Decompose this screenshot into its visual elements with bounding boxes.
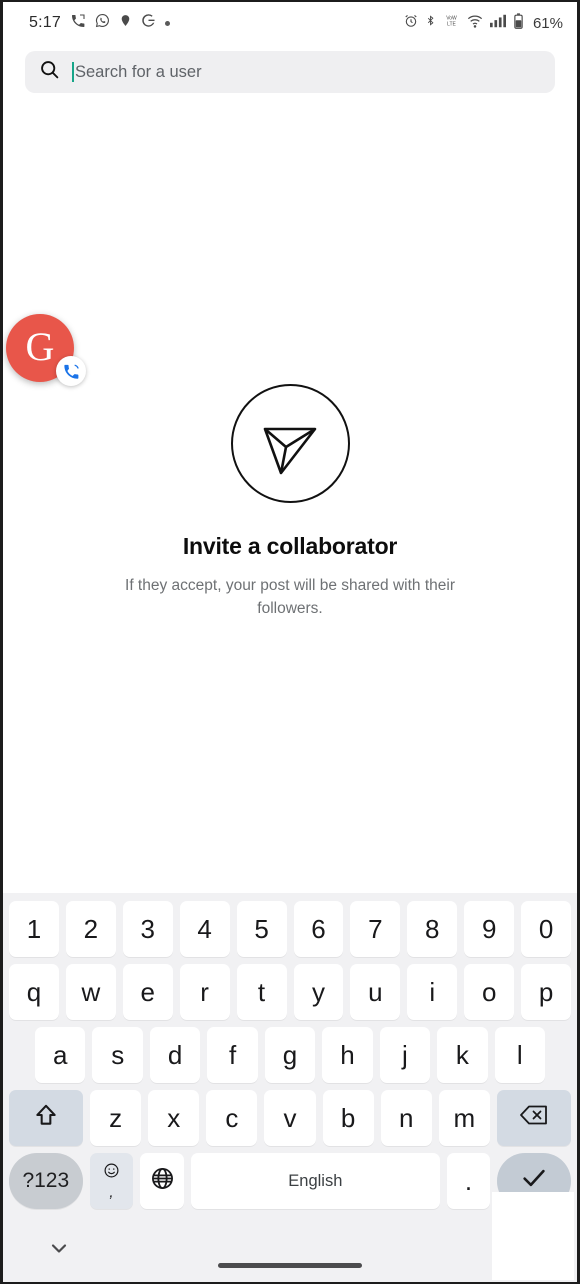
text-caret (72, 62, 74, 82)
send-paper-plane-icon (230, 384, 350, 503)
cellular-signal-icon (489, 14, 506, 33)
whatsapp-icon (95, 13, 110, 33)
key-p[interactable]: p (521, 964, 572, 1020)
search-section: Search for a user (3, 44, 577, 93)
key-i[interactable]: i (407, 964, 458, 1020)
google-g-icon (141, 13, 156, 33)
search-bar[interactable]: Search for a user (25, 51, 555, 93)
emoji-smiley-icon (103, 1162, 120, 1182)
status-bar-right: VoW LTE 61% (404, 12, 563, 34)
key-9[interactable]: 9 (464, 901, 515, 957)
battery-percentage: 61% (532, 14, 563, 32)
key-w[interactable]: w (65, 964, 116, 1020)
key-o[interactable]: o (464, 964, 515, 1020)
status-bar-clock: 5:17 (29, 14, 61, 31)
key-e[interactable]: e (122, 964, 173, 1020)
key-b[interactable]: b (322, 1090, 374, 1146)
location-pin-icon (119, 13, 132, 33)
key-1[interactable]: 1 (8, 901, 59, 957)
key-h[interactable]: h (322, 1027, 373, 1083)
bubble-avatar-letter: G (25, 324, 55, 369)
chevron-down-icon[interactable] (47, 1236, 71, 1265)
key-q[interactable]: q (8, 964, 59, 1020)
key-l[interactable]: l (494, 1027, 545, 1083)
key-4[interactable]: 4 (179, 901, 230, 957)
status-bar: 5:17 VoW LTE 61% (3, 2, 577, 44)
period-key[interactable]: . (446, 1153, 491, 1209)
wifi-icon (467, 14, 483, 33)
emoji-key[interactable]: , (89, 1153, 134, 1209)
key-z[interactable]: z (90, 1090, 142, 1146)
key-0[interactable]: 0 (521, 901, 572, 957)
home-gesture-pill[interactable] (218, 1263, 362, 1268)
empty-state-title: Invite a collaborator (182, 533, 398, 559)
comma-label: , (109, 1184, 114, 1201)
key-r[interactable]: r (179, 964, 230, 1020)
key-j[interactable]: j (379, 1027, 431, 1083)
key-3[interactable]: 3 (122, 901, 173, 957)
key-a[interactable]: a (35, 1027, 86, 1083)
keyboard-row-home: a s d f g h j k l (9, 1027, 571, 1083)
phone-call-icon (56, 356, 86, 386)
key-m[interactable]: m (438, 1090, 490, 1146)
phone-screen: 5:17 VoW LTE 61% Search for a user G Inv… (0, 0, 580, 1284)
space-key[interactable]: English (191, 1153, 440, 1209)
keyboard-row-function: ?123 , English . (9, 1153, 571, 1209)
floating-call-bubble[interactable]: G (6, 314, 86, 386)
backspace-key[interactable] (496, 1090, 571, 1146)
language-switch-key[interactable] (140, 1153, 185, 1209)
svg-text:LTE: LTE (447, 22, 456, 28)
empty-state-subtitle: If they accept, your post will be shared… (125, 577, 455, 618)
battery-icon (513, 12, 524, 34)
key-t[interactable]: t (236, 964, 287, 1020)
keyboard-row-bottom-letters: z x c v b n m (9, 1090, 571, 1146)
key-f[interactable]: f (207, 1027, 258, 1083)
bluetooth-icon (425, 13, 436, 33)
main-content: G Invite a collaborator If they accept, … (3, 93, 577, 893)
key-s[interactable]: s (92, 1027, 143, 1083)
keyboard-row-numbers: 1 2 3 4 5 6 7 8 9 0 (8, 901, 572, 957)
key-2[interactable]: 2 (65, 901, 116, 957)
key-g[interactable]: g (264, 1027, 316, 1083)
key-5[interactable]: 5 (236, 901, 287, 957)
svg-text:VoW: VoW (446, 16, 457, 22)
shift-key[interactable] (9, 1090, 84, 1146)
missed-call-icon (70, 13, 86, 34)
alarm-icon (404, 14, 418, 33)
search-placeholder: Search for a user (75, 62, 202, 81)
overlay-white-block (492, 1192, 574, 1280)
shift-icon (33, 1102, 59, 1135)
key-u[interactable]: u (350, 964, 401, 1020)
status-bar-left: 5:17 (29, 13, 170, 34)
key-c[interactable]: c (206, 1090, 258, 1146)
key-k[interactable]: k (437, 1027, 488, 1083)
globe-icon (150, 1166, 175, 1197)
keyboard-row-top: q w e r t y u i o p (8, 964, 572, 1020)
empty-state: Invite a collaborator If they accept, yo… (3, 384, 577, 621)
search-icon (39, 59, 60, 85)
key-d[interactable]: d (149, 1027, 201, 1083)
backspace-icon (519, 1103, 549, 1134)
key-v[interactable]: v (264, 1090, 316, 1146)
key-6[interactable]: 6 (293, 901, 344, 957)
virtual-keyboard[interactable]: 1 2 3 4 5 6 7 8 9 0 q w e r t y u i o p … (3, 893, 577, 1218)
key-7[interactable]: 7 (350, 901, 401, 957)
search-input[interactable]: Search for a user (72, 62, 541, 82)
key-y[interactable]: y (293, 964, 344, 1020)
symbols-key[interactable]: ?123 (9, 1153, 83, 1209)
dot-icon (164, 20, 170, 26)
volte-icon: VoW LTE (443, 13, 460, 33)
key-8[interactable]: 8 (407, 901, 458, 957)
key-n[interactable]: n (380, 1090, 432, 1146)
navigation-bar (3, 1218, 577, 1282)
key-x[interactable]: x (148, 1090, 200, 1146)
